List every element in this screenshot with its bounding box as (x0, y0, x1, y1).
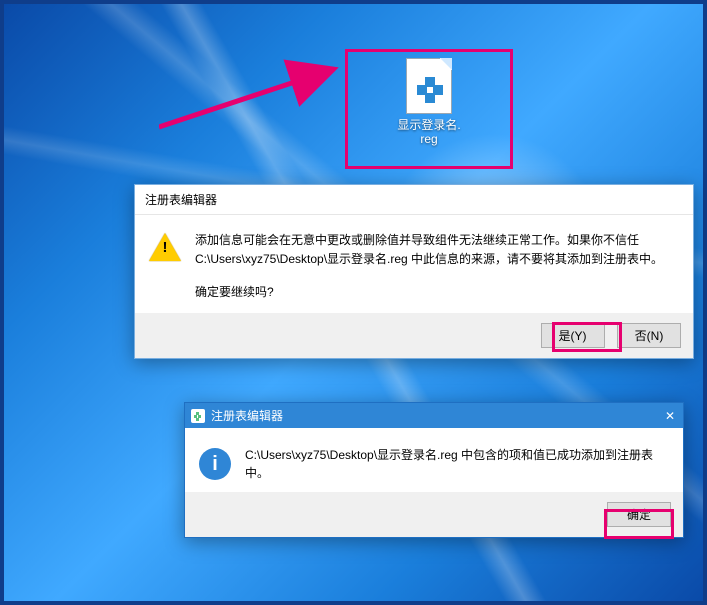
dialog-button-bar: 是(Y) 否(N) (135, 313, 693, 358)
dialog-titlebar[interactable]: 注册表编辑器 ✕ (185, 403, 683, 428)
dialog-button-bar: 确定 (185, 492, 683, 537)
info-icon: i (199, 448, 231, 480)
regedit-confirm-dialog: 注册表编辑器 ! 添加信息可能会在无意中更改或删除值并导致组件无法继续正常工作。… (134, 184, 694, 359)
highlight-box-file (345, 49, 513, 169)
warning-icon: ! (149, 231, 181, 263)
yes-button[interactable]: 是(Y) (541, 323, 605, 348)
regedit-success-dialog: 注册表编辑器 ✕ i C:\Users\xyz75\Desktop\显示登录名.… (184, 402, 684, 538)
regedit-title-icon (191, 409, 205, 423)
no-button[interactable]: 否(N) (617, 323, 681, 348)
warning-message-confirm: 确定要继续吗? (195, 283, 679, 302)
success-message: C:\Users\xyz75\Desktop\显示登录名.reg 中包含的项和值… (245, 446, 669, 482)
dialog-title: 注册表编辑器 (135, 185, 693, 215)
dialog-title: 注册表编辑器 (211, 407, 283, 424)
warning-message-main: 添加信息可能会在无意中更改或删除值并导致组件无法继续正常工作。如果你不信任 C:… (195, 231, 679, 269)
desktop-background: 显示登录名. reg 注册表编辑器 ! 添加信息可能会在无意中更改或删除值并导致… (0, 0, 707, 605)
arrow-annotation (159, 59, 349, 131)
ok-button[interactable]: 确定 (607, 502, 671, 527)
close-icon[interactable]: ✕ (665, 409, 675, 423)
